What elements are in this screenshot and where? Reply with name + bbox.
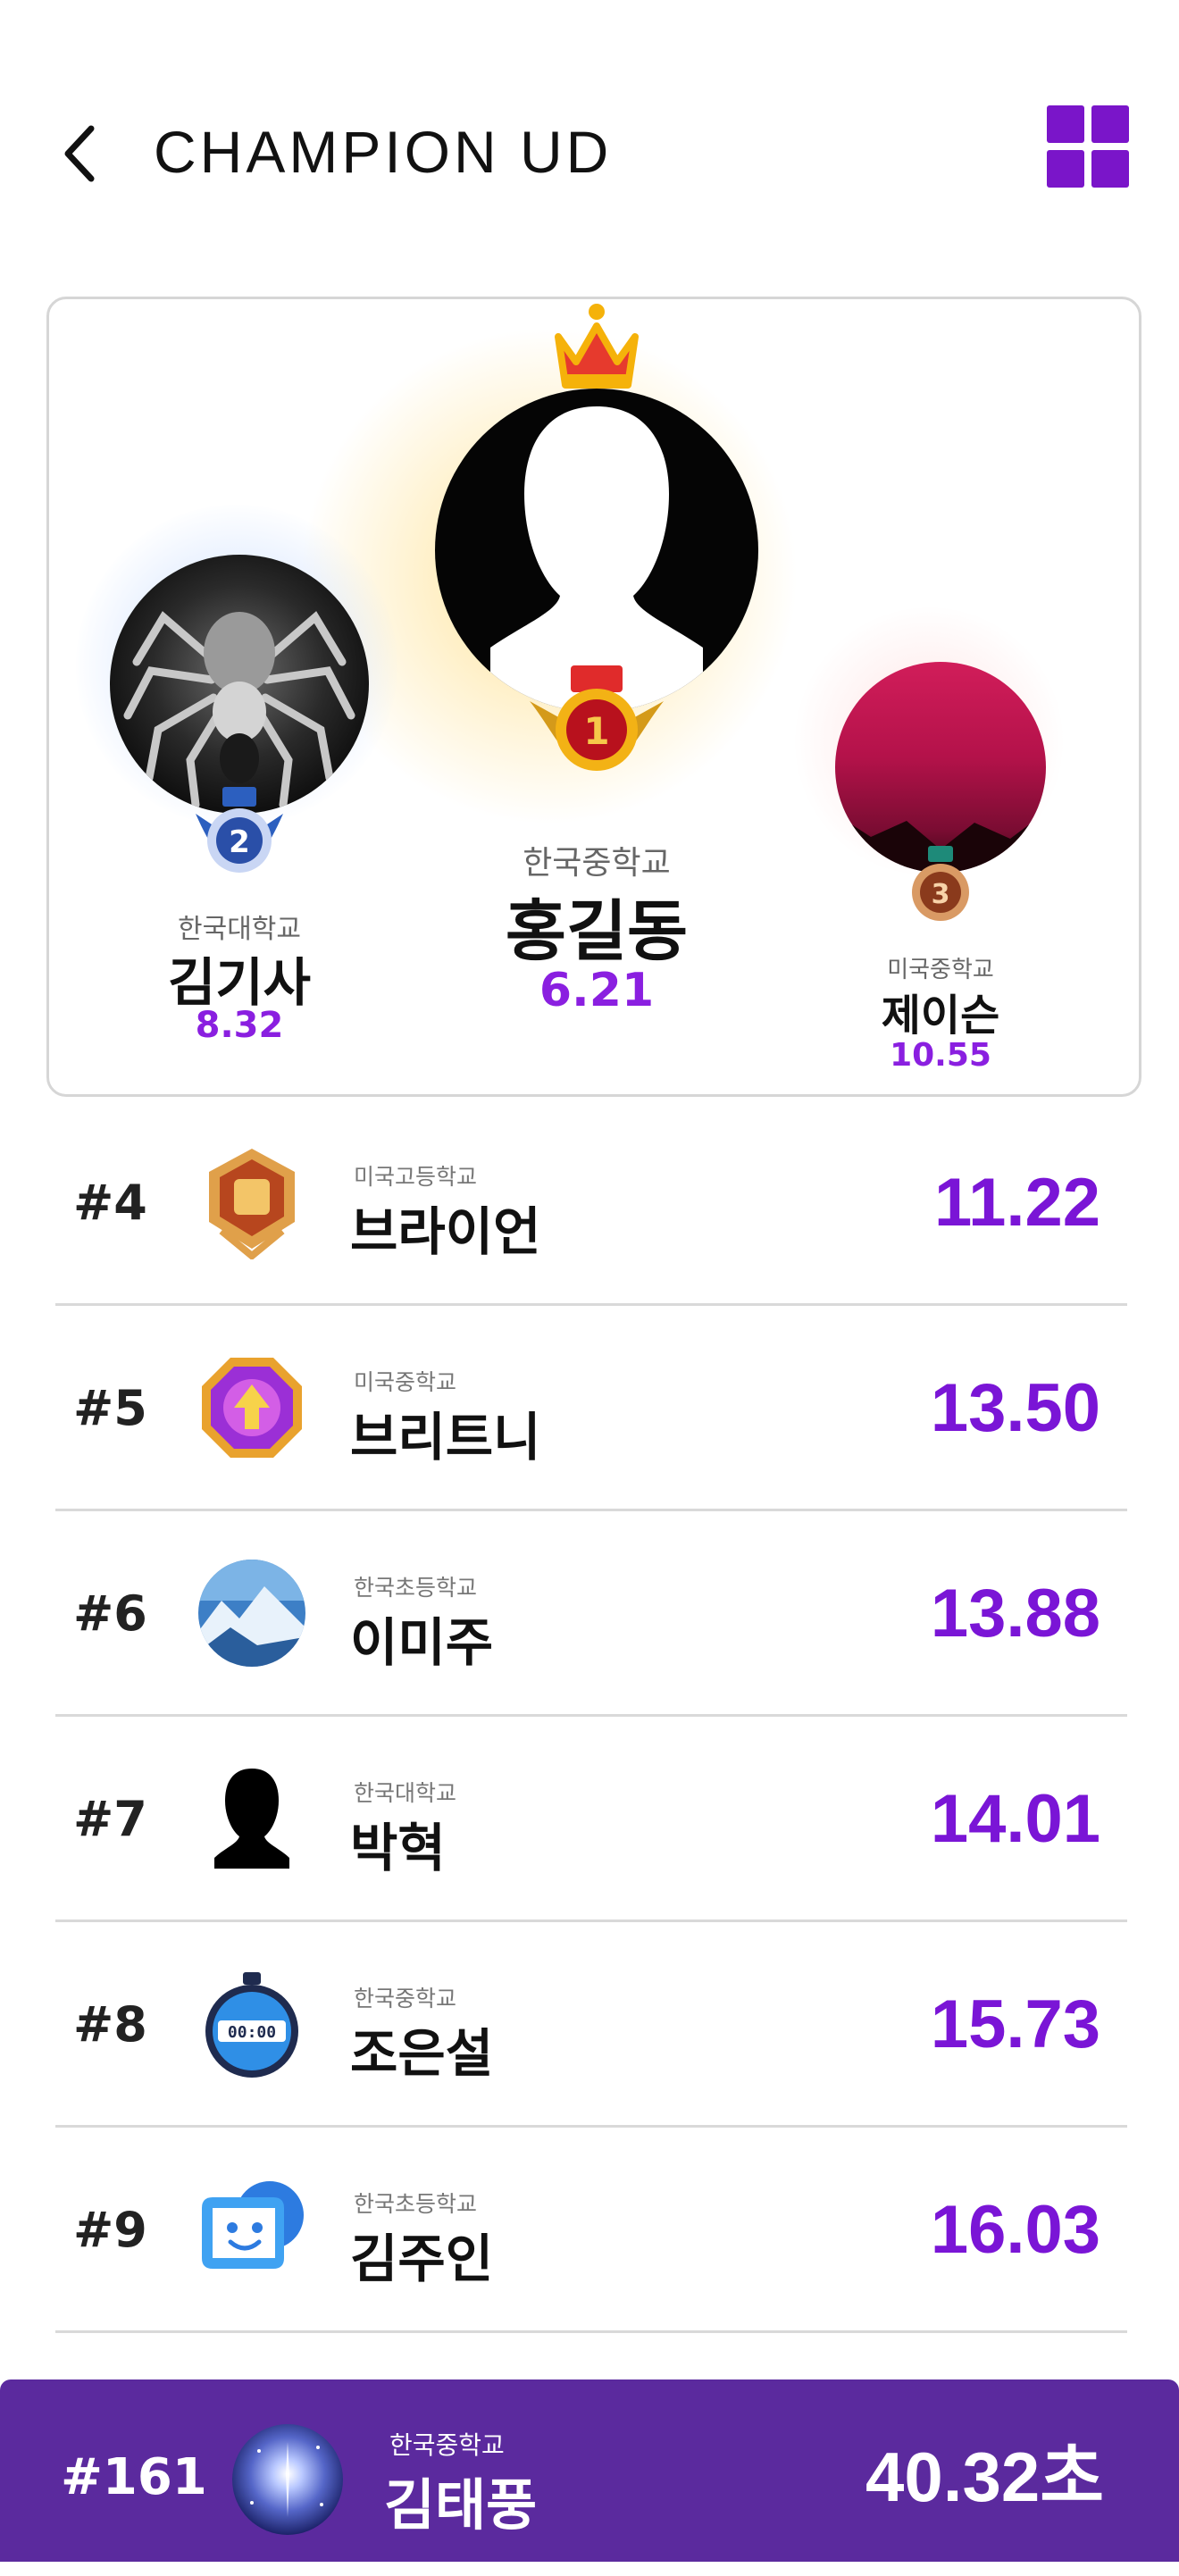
third-score: 10.55 (890, 1037, 991, 1074)
chat-bubble-icon (202, 2181, 304, 2269)
rank-score: 14.01 (930, 1781, 1100, 1857)
svg-text:1: 1 (583, 709, 609, 753)
app-title: CHAMPION UD (154, 119, 613, 185)
gold-badge-icon (209, 1149, 295, 1259)
my-name: 김태풍 (384, 2472, 538, 2538)
rank-number: #8 (73, 1996, 147, 2053)
rank-number: #9 (73, 2202, 147, 2258)
list-item[interactable]: #6 한국초등학교 이미주 13.88 (55, 1511, 1127, 1717)
grid-menu-icon-cell (1091, 105, 1129, 143)
rank-school: 한국대학교 (354, 1780, 457, 1806)
my-score: 40.32초 (865, 2438, 1104, 2516)
third-place-avatar (835, 662, 1046, 873)
rank-school: 한국중학교 (354, 1986, 457, 2011)
bronze-medal-icon: 3 (912, 846, 969, 921)
galaxy-icon (250, 2442, 323, 2517)
back-button[interactable] (55, 118, 109, 189)
svg-text:2: 2 (229, 824, 250, 860)
first-name: 홍길동 (505, 893, 689, 970)
second-place-avatar (110, 555, 369, 814)
rank-name: 이미주 (350, 1612, 494, 1673)
purple-badge-icon (202, 1358, 302, 1458)
spider-icon (123, 611, 355, 809)
grid-menu-icon-cell (1091, 150, 1129, 188)
rank-number: #4 (73, 1175, 147, 1231)
grid-menu-icon-cell (1047, 150, 1084, 188)
my-rank-bar[interactable]: #161 한국중학교 김태풍 40.32초 (0, 2379, 1179, 2562)
rank-school: 미국중학교 (354, 1369, 457, 1395)
rank-name: 브라이언 (350, 1201, 541, 1262)
rank-score: 15.73 (930, 1986, 1100, 2062)
stopwatch-icon: 00:00 (205, 1972, 298, 2078)
rank-score: 16.03 (930, 2192, 1100, 2268)
rank-score: 13.50 (930, 1370, 1100, 1446)
grid-menu-icon (1047, 105, 1084, 143)
rank-number: #5 (73, 1380, 147, 1436)
rank-name: 박혁 (350, 1818, 446, 1878)
rank-score: 11.22 (934, 1165, 1100, 1241)
rank-school: 미국고등학교 (354, 1164, 478, 1190)
svg-text:3: 3 (932, 879, 950, 910)
silver-medal-icon: 2 (196, 787, 283, 873)
grid-menu-button[interactable] (1047, 105, 1129, 188)
list-item[interactable]: #4 미국고등학교 브라이언 11.22 (55, 1100, 1127, 1306)
rank-school: 한국초등학교 (354, 1575, 478, 1601)
list-item[interactable]: #7 한국대학교 박혁 14.01 (55, 1717, 1127, 1922)
third-name: 제이슨 (881, 991, 1000, 1041)
crown-icon (555, 304, 639, 389)
list-item[interactable]: #9 한국초등학교 김주인 16.03 (55, 2128, 1127, 2333)
rank-score: 13.88 (930, 1576, 1100, 1652)
podium-card: 1 한국중학교 홍길동 6.21 2 한국대학교 김기사 8.32 3 미국중학… (46, 297, 1141, 1097)
rank-school: 한국초등학교 (354, 2191, 478, 2217)
mountain-avatar-icon (198, 1560, 305, 1667)
second-score: 8.32 (195, 1005, 284, 1046)
person-silhouette-icon (214, 1769, 289, 1869)
gold-medal-icon: 1 (530, 665, 664, 771)
my-school: 한국중학교 (389, 2430, 505, 2460)
chevron-left-icon (64, 125, 95, 182)
list-item[interactable]: #8 00:00 한국중학교 조은설 15.73 (55, 1922, 1127, 2128)
my-rank-number: #161 (61, 2448, 207, 2506)
first-place-avatar (435, 389, 758, 712)
first-school: 한국중학교 (523, 845, 671, 882)
person-silhouette-icon (490, 406, 703, 712)
app-header: CHAMPION UD (0, 0, 1179, 259)
first-score: 6.21 (539, 964, 655, 1017)
rank-name: 김주인 (350, 2229, 494, 2289)
my-avatar (232, 2424, 343, 2535)
rank-name: 브리트니 (350, 1407, 541, 1468)
rank-number: #7 (73, 1791, 147, 1847)
sunset-icon (835, 812, 1046, 873)
rank-name: 조은설 (350, 2023, 494, 2084)
svg-text:00:00: 00:00 (228, 2023, 276, 2042)
rank-number: #6 (73, 1585, 147, 1642)
list-item[interactable]: #5 미국중학교 브리트니 13.50 (55, 1306, 1127, 1511)
